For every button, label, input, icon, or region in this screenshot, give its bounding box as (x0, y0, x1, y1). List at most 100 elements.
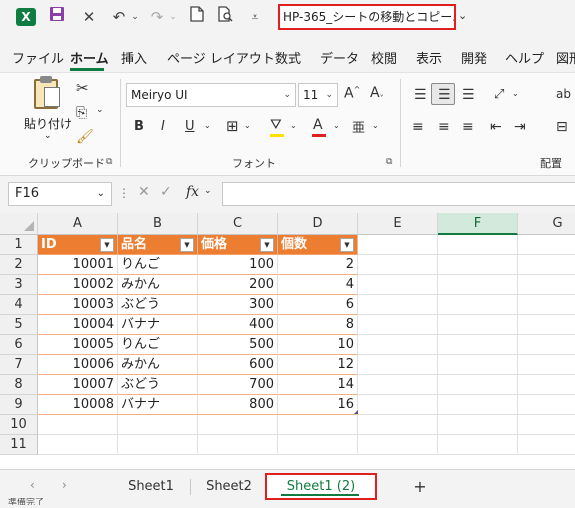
cell-c4[interactable]: 300 (198, 295, 278, 315)
cell-f9[interactable] (438, 395, 518, 415)
sheet-tab-sheet2[interactable]: Sheet2 (198, 476, 260, 498)
cell-d9[interactable]: 16 (278, 395, 358, 415)
cell-c8[interactable]: 700 (198, 375, 278, 395)
italic-button[interactable]: I (161, 119, 165, 134)
font-name-select[interactable]: Meiryo UI ⌄ (126, 83, 296, 107)
cell-a6[interactable]: 10005 (38, 335, 118, 355)
chevron-down-icon[interactable]: ⌄ (512, 89, 519, 98)
chevron-down-icon[interactable]: ⌄ (290, 121, 297, 130)
cell-d6[interactable]: 10 (278, 335, 358, 355)
filename-title[interactable]: HP-365_シートの移動とコピー.xlsx (278, 4, 456, 30)
cell-f10[interactable] (438, 415, 518, 435)
new-file-icon[interactable] (186, 6, 208, 28)
row-header-1[interactable]: 1 (0, 235, 38, 255)
cell-d1[interactable]: 個数 ▼ (278, 235, 358, 255)
cell-a5[interactable]: 10004 (38, 315, 118, 335)
cell-b7[interactable]: みかん (118, 355, 198, 375)
align-bottom-icon[interactable]: ☰ (462, 87, 475, 103)
chevron-down-icon[interactable]: ⌄ (96, 105, 104, 115)
tab-page-layout[interactable]: ページ レイアウト (167, 48, 275, 67)
cell-e5[interactable] (358, 315, 438, 335)
cell-f8[interactable] (438, 375, 518, 395)
tab-home[interactable]: ホーム (70, 48, 109, 67)
tab-help[interactable]: ヘルプ (505, 48, 544, 67)
row-header-2[interactable]: 2 (0, 255, 38, 275)
cell-a10[interactable] (38, 415, 118, 435)
cell-g4[interactable] (518, 295, 575, 315)
undo-dropdown-icon[interactable]: ⌄ (124, 6, 146, 28)
cell-b9[interactable]: バナナ (118, 395, 198, 415)
filter-dropdown-icon[interactable]: ▼ (100, 238, 114, 252)
chevron-down-icon[interactable]: ⌄ (204, 186, 212, 196)
column-header-g[interactable]: G (518, 213, 575, 235)
row-header-6[interactable]: 6 (0, 335, 38, 355)
cell-g5[interactable] (518, 315, 575, 335)
cell-c10[interactable] (198, 415, 278, 435)
cell-b2[interactable]: りんご (118, 255, 198, 275)
cell-d3[interactable]: 4 (278, 275, 358, 295)
cell-g3[interactable] (518, 275, 575, 295)
cell-g10[interactable] (518, 415, 575, 435)
cell-f6[interactable] (438, 335, 518, 355)
shrink-font-icon[interactable]: A˅ (370, 85, 384, 103)
enter-icon[interactable]: ✓ (160, 184, 172, 200)
column-header-c[interactable]: C (198, 213, 278, 235)
cell-a11[interactable] (38, 435, 118, 455)
row-header-3[interactable]: 3 (0, 275, 38, 295)
cell-e6[interactable] (358, 335, 438, 355)
filter-dropdown-icon[interactable]: ▼ (180, 238, 194, 252)
bold-button[interactable]: B (134, 119, 144, 134)
merge-center-icon[interactable]: ⊟ (556, 119, 568, 135)
row-header-9[interactable]: 9 (0, 395, 38, 415)
cell-f2[interactable] (438, 255, 518, 275)
cell-d7[interactable]: 12 (278, 355, 358, 375)
customize-qat-icon[interactable]: ⩡ (244, 6, 266, 28)
scroll-right-icon[interactable]: › (62, 478, 67, 492)
sheet-tab-sheet1[interactable]: Sheet1 (120, 476, 182, 498)
wrap-text-icon[interactable]: ab (556, 87, 571, 101)
cell-b11[interactable] (118, 435, 198, 455)
align-top-icon[interactable]: ☰ (414, 87, 427, 103)
align-center-icon[interactable]: ≡ (438, 119, 450, 135)
cell-g1[interactable] (518, 235, 575, 255)
phonetic-guide-icon[interactable]: 亜 (352, 117, 365, 136)
cell-e10[interactable] (358, 415, 438, 435)
row-header-5[interactable]: 5 (0, 315, 38, 335)
cell-e3[interactable] (358, 275, 438, 295)
column-header-f[interactable]: F (438, 213, 518, 235)
increase-indent-icon[interactable]: ⇥ (514, 119, 526, 135)
row-header-8[interactable]: 8 (0, 375, 38, 395)
cell-f4[interactable] (438, 295, 518, 315)
cell-f5[interactable] (438, 315, 518, 335)
borders-icon[interactable]: ⊞ (226, 117, 239, 135)
row-header-11[interactable]: 11 (0, 435, 38, 455)
cell-c9[interactable]: 800 (198, 395, 278, 415)
tab-developer[interactable]: 開発 (461, 48, 487, 67)
chevron-down-icon[interactable]: ⌄ (333, 121, 340, 130)
cell-e2[interactable] (358, 255, 438, 275)
cell-d2[interactable]: 2 (278, 255, 358, 275)
cell-c1[interactable]: 価格 ▼ (198, 235, 278, 255)
add-sheet-button[interactable]: + (410, 476, 430, 498)
align-right-icon[interactable]: ≡ (462, 119, 474, 135)
cell-e7[interactable] (358, 355, 438, 375)
underline-button[interactable]: U (185, 119, 195, 134)
scroll-left-icon[interactable]: ‹ (30, 478, 35, 492)
table-resize-handle[interactable] (354, 410, 358, 414)
chevron-down-icon[interactable]: ⌄ (204, 121, 211, 130)
cell-g2[interactable] (518, 255, 575, 275)
cell-c11[interactable] (198, 435, 278, 455)
more-options-icon[interactable]: ⋮ (118, 186, 130, 200)
cell-d8[interactable]: 14 (278, 375, 358, 395)
font-color-icon[interactable]: A (313, 117, 323, 133)
cell-b3[interactable]: みかん (118, 275, 198, 295)
cancel-icon[interactable]: ✕ (138, 184, 150, 200)
insert-function-icon[interactable]: fx (186, 184, 199, 200)
font-size-select[interactable]: 11 ⌄ (298, 83, 338, 107)
decrease-indent-icon[interactable]: ⇤ (490, 119, 502, 135)
cut-icon[interactable]: ✂ (76, 79, 89, 97)
cell-d10[interactable] (278, 415, 358, 435)
cell-c5[interactable]: 400 (198, 315, 278, 335)
cell-a2[interactable]: 10001 (38, 255, 118, 275)
cell-f7[interactable] (438, 355, 518, 375)
